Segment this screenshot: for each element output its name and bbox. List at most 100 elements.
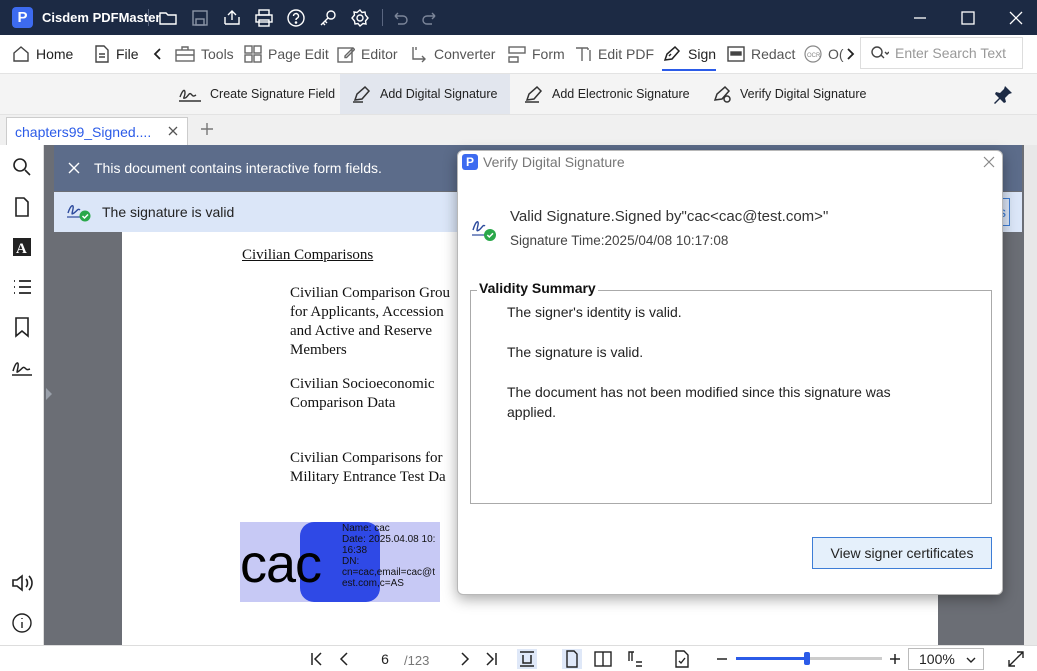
fullscreen-icon[interactable] [1006, 649, 1026, 669]
search-icon [871, 46, 889, 59]
menu-file[interactable]: File [94, 35, 139, 73]
previous-page-icon[interactable] [334, 649, 354, 669]
svg-text:OCR: OCR [807, 53, 821, 59]
sidebar-page-icon[interactable] [10, 195, 34, 219]
zoom-in-icon[interactable] [885, 649, 905, 669]
search-input[interactable]: Enter Search Text [860, 37, 1023, 69]
fit-page-icon[interactable] [517, 649, 537, 669]
dialog-close-icon[interactable] [982, 155, 996, 169]
open-folder-icon[interactable] [158, 8, 178, 28]
edit-icon [337, 47, 355, 63]
grid-icon [244, 45, 262, 63]
share-icon[interactable] [222, 8, 242, 28]
sidebar-outline-icon[interactable] [10, 275, 34, 299]
document-tab[interactable]: chapters99_Signed.... [6, 117, 188, 145]
current-page-input[interactable]: 6 [370, 651, 400, 667]
document-tab-label: chapters99_Signed.... [15, 123, 152, 140]
menu-converter[interactable]: Converter [410, 35, 495, 73]
app-logo-icon: P [12, 7, 33, 28]
menu-sign[interactable]: Sign [662, 35, 717, 73]
save-icon[interactable] [190, 8, 210, 28]
convert-icon [412, 47, 426, 63]
menu-redact-label: Redact [751, 46, 796, 62]
zoom-slider[interactable] [736, 652, 882, 665]
close-banner-icon[interactable] [68, 162, 80, 174]
add-digital-signature-button[interactable]: Add Digital Signature [340, 74, 511, 114]
menu-tools[interactable]: Tools [175, 35, 234, 73]
add-electronic-signature-button[interactable]: Add Electronic Signature [512, 74, 702, 114]
minimize-icon[interactable] [910, 8, 930, 28]
sidebar-signature-icon[interactable] [10, 355, 34, 379]
menu-edit-pdf-label: Edit PDF [598, 46, 655, 62]
signature-detail-line: DN: [342, 556, 360, 567]
first-page-icon[interactable] [306, 649, 326, 669]
menu-form[interactable]: Form [508, 35, 565, 73]
left-sidebar: A [0, 145, 44, 645]
menu-form-label: Form [532, 46, 565, 62]
signature-valid-icon [67, 204, 91, 222]
add-tab-icon[interactable] [198, 120, 216, 138]
chevron-down-icon [966, 657, 976, 663]
menu-scroll-right-button[interactable] [844, 35, 856, 73]
sidebar-bookmark-icon[interactable] [10, 315, 34, 339]
menu-ocr[interactable]: OCR O( [804, 35, 844, 73]
next-page-icon[interactable] [455, 649, 475, 669]
menu-ocr-label: O( [828, 46, 844, 62]
zoom-out-icon[interactable] [712, 649, 732, 669]
redact-icon [727, 46, 745, 62]
sidebar-info-icon[interactable] [10, 611, 34, 635]
menu-editor[interactable]: Editor [337, 35, 398, 73]
close-window-icon[interactable] [1006, 8, 1026, 28]
pin-icon[interactable] [992, 84, 1014, 106]
maximize-icon[interactable] [958, 8, 978, 28]
view-signer-certificates-button[interactable]: View signer certificates [812, 537, 992, 569]
zoom-slider-thumb[interactable] [804, 652, 810, 665]
last-page-icon[interactable] [482, 649, 502, 669]
menu-scroll-left-button[interactable] [152, 35, 164, 73]
menu-home[interactable]: Home [12, 35, 73, 73]
svg-text:A: A [16, 241, 27, 257]
text-select-icon[interactable] [625, 649, 645, 669]
single-page-icon[interactable] [562, 649, 582, 669]
doc-line: Members [290, 342, 347, 358]
sidebar-search-icon[interactable] [10, 155, 34, 179]
menu-home-label: Home [36, 46, 74, 62]
signature-stamp[interactable]: cac Name: cac Date: 2025.04.08 10: 16:38… [240, 522, 440, 602]
key-icon[interactable] [318, 8, 338, 28]
zoom-value: 100% [919, 651, 955, 667]
chevron-left-icon [153, 48, 161, 60]
verify-signature-icon [713, 85, 731, 103]
signature-detail-line: 16:38 [342, 545, 368, 556]
menu-tools-label: Tools [201, 46, 234, 62]
page-edit-icon[interactable] [672, 649, 692, 669]
doc-line: Military Entrance Test Da [290, 469, 446, 485]
print-icon[interactable] [254, 8, 274, 28]
two-page-icon[interactable] [593, 649, 613, 669]
electronic-signature-icon [525, 85, 543, 103]
text-edit-icon [576, 47, 591, 61]
menu-edit-pdf[interactable]: Edit PDF [574, 35, 654, 73]
sidebar-text-icon[interactable]: A [10, 235, 34, 259]
zoom-select[interactable]: 100% [908, 648, 984, 670]
vertical-scrollbar[interactable] [1024, 145, 1037, 645]
bottom-navigation-bar: 6 /123 100% [0, 645, 1037, 671]
menu-redact[interactable]: Redact [727, 35, 795, 73]
add-digital-signature-label: Add Digital Signature [380, 87, 498, 101]
pen-sign-icon [663, 45, 681, 61]
sidebar-audio-icon[interactable] [10, 571, 34, 595]
close-tab-icon[interactable] [167, 125, 179, 137]
dialog-title: Verify Digital Signature [483, 154, 625, 170]
verify-digital-signature-button[interactable]: Verify Digital Signature [700, 74, 878, 114]
help-icon[interactable] [286, 8, 306, 28]
doc-line: Civilian Socioeconomic [290, 376, 435, 392]
menu-page-edit[interactable]: Page Edit [244, 35, 329, 73]
settings-icon[interactable] [350, 8, 370, 28]
redo-icon[interactable] [420, 8, 440, 28]
collapse-sidebar-icon[interactable] [44, 382, 54, 406]
menu-file-label: File [116, 46, 139, 62]
summary-line: The document has not been modified since… [507, 384, 891, 400]
dialog-logo-icon: P [462, 154, 478, 170]
create-signature-field-button[interactable]: Create Signature Field [166, 74, 347, 114]
form-icon [508, 46, 526, 63]
undo-icon[interactable] [390, 8, 410, 28]
